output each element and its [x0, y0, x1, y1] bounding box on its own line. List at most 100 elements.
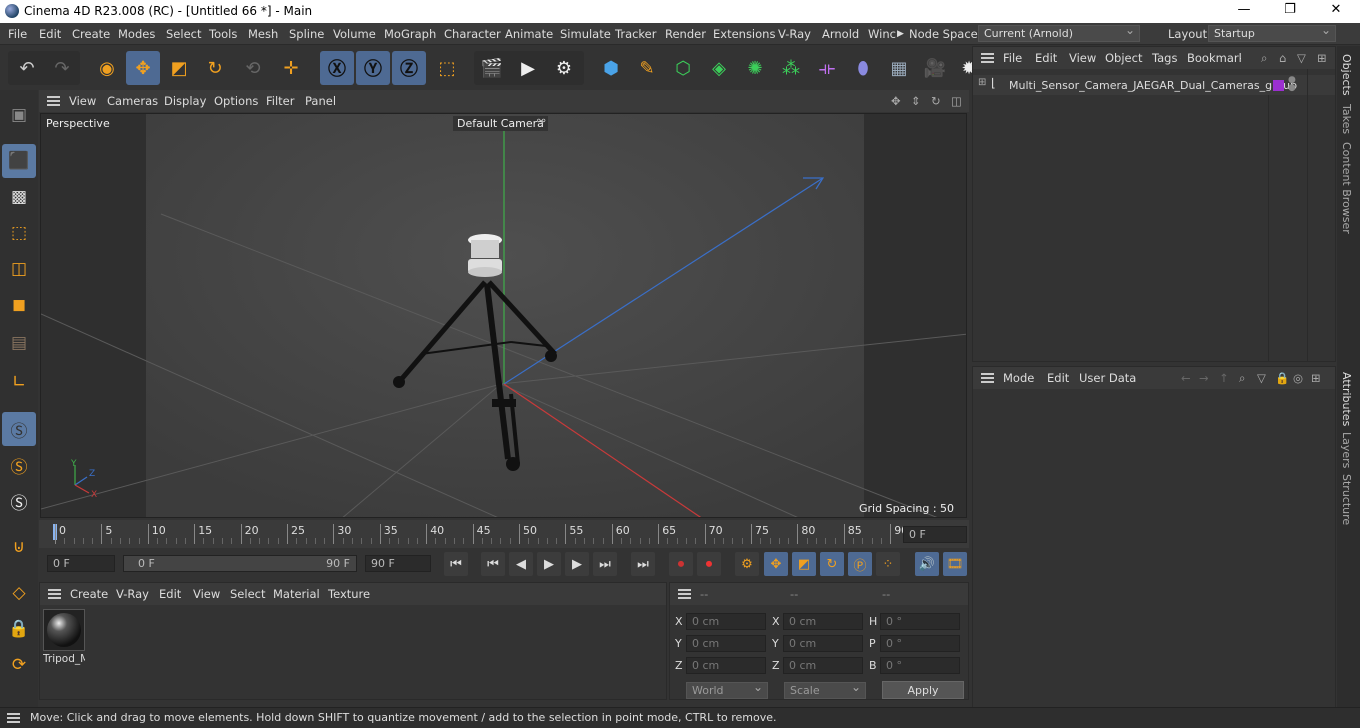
cube-object-icon[interactable]: ⬢ [594, 51, 628, 85]
tab-attributes[interactable]: Attributes [1340, 372, 1353, 426]
coordinate-system-icon[interactable]: ⬚ [430, 51, 464, 85]
end-frame-field[interactable]: 90 F [365, 555, 431, 572]
viewport-menu-panel[interactable]: Panel [305, 94, 336, 108]
key-pla-icon[interactable]: ⁘ [876, 552, 900, 576]
workplane-icon[interactable]: ◇ [2, 576, 36, 610]
menu-render[interactable]: Render [665, 27, 706, 41]
attributes-menu-edit[interactable]: Edit [1047, 371, 1069, 385]
camera-label[interactable]: Default Camera [453, 116, 548, 131]
3d-viewport[interactable]: Perspective Default Camera ⚯ Grid Spacin… [40, 113, 967, 518]
menu-vray[interactable]: V-Ray [778, 27, 811, 41]
attributes-hamburger-icon[interactable] [981, 373, 994, 383]
layer-color-swatch[interactable] [1273, 80, 1284, 91]
prev-key-icon[interactable]: ⏮ [481, 552, 505, 576]
menu-tracker[interactable]: Tracker [615, 27, 657, 41]
rotate-tool-icon[interactable]: ↻ [198, 51, 232, 85]
menu-simulate[interactable]: Simulate [560, 27, 611, 41]
timeline-ruler[interactable]: 0 5 10 15 20 25 30 35 40 45 50 55 60 65 70 75 80 85 90 0 F [39, 520, 969, 548]
redo-icon[interactable]: ↷ [45, 51, 79, 85]
up-arrow-icon[interactable]: ↑ [1219, 371, 1229, 385]
objects-home-icon[interactable]: ⌂ [1279, 51, 1286, 65]
attributes-menu-user-data[interactable]: User Data [1079, 371, 1136, 385]
menu-modes[interactable]: Modes [118, 27, 155, 41]
objects-menu-tags[interactable]: Tags [1152, 51, 1177, 65]
viewport-rotate-icon[interactable]: ↻ [931, 94, 941, 108]
attributes-new-panel-icon[interactable]: ⊞ [1311, 371, 1321, 385]
menu-extensions[interactable]: Extensions [713, 27, 775, 41]
coordinate-value-field[interactable]: 0 ° [880, 613, 960, 630]
recent-tools-icon[interactable]: ⟲ [236, 51, 270, 85]
attributes-filter-icon[interactable]: ▽ [1257, 371, 1266, 385]
attributes-lock-icon[interactable]: 🔒 [1275, 371, 1289, 385]
menu-create[interactable]: Create [72, 27, 110, 41]
keyframe-selection-icon[interactable]: ⚙ [735, 552, 759, 576]
autokey-icon[interactable]: ⏺ [697, 552, 721, 576]
edges-mode-icon[interactable]: ◫ [2, 252, 36, 286]
tab-structure[interactable]: Structure [1340, 474, 1353, 525]
solo-mode-icon[interactable]: Ⓢ [2, 412, 36, 446]
coordinate-value-field[interactable]: 0 cm [783, 635, 863, 652]
texture-mode-icon[interactable]: ▩ [2, 180, 36, 214]
uv-mode-icon[interactable]: ▤ [2, 326, 36, 360]
coordinate-value-field[interactable]: 0 cm [686, 635, 766, 652]
field-object-icon[interactable]: ⬮ [846, 51, 880, 85]
goto-start-icon[interactable]: ⏮ [444, 552, 468, 576]
tab-content-browser[interactable]: Content Browser [1340, 142, 1353, 234]
viewport-toggle-icon[interactable]: ◫ [951, 94, 962, 108]
menu-tools[interactable]: Tools [209, 27, 237, 41]
start-frame-field[interactable]: 0 F [47, 555, 115, 572]
deformer-icon[interactable]: ⟛ [810, 51, 844, 85]
menu-arnold[interactable]: Arnold [822, 27, 859, 41]
menu-file[interactable]: File [8, 27, 27, 41]
material-menu-view[interactable]: View [193, 587, 220, 601]
locked-workplane-icon[interactable]: 🔒 [2, 612, 36, 646]
coordinate-hamburger-icon[interactable] [678, 589, 691, 599]
objects-search-icon[interactable]: ⌕ [1261, 51, 1267, 66]
key-position-icon[interactable]: ✥ [764, 552, 788, 576]
material-menu-select[interactable]: Select [230, 587, 265, 601]
viewport-pan-icon[interactable]: ✥ [891, 94, 901, 108]
model-mode-icon[interactable]: ⬛ [2, 144, 36, 178]
extrude-generator-icon[interactable]: ◈ [702, 51, 736, 85]
record-active-icon[interactable]: ⏺ [669, 552, 693, 576]
material-hamburger-icon[interactable] [48, 589, 61, 599]
menu-select[interactable]: Select [166, 27, 201, 41]
tab-layers[interactable]: Layers [1340, 432, 1353, 468]
material-menu-edit[interactable]: Edit [159, 587, 181, 601]
objects-menu-object[interactable]: Object [1105, 51, 1142, 65]
object-row[interactable]: ⊞ ⌊ Multi_Sensor_Camera_JAEGAR_Dual_Came… [973, 75, 1335, 95]
cloner-icon[interactable]: ✺ [738, 51, 772, 85]
camera-object-icon[interactable]: 🎥 [918, 51, 952, 85]
objects-menu-file[interactable]: File [1003, 51, 1022, 65]
forward-arrow-icon[interactable]: → [1199, 371, 1209, 385]
visibility-dots-icon[interactable]: ● ● [1288, 76, 1296, 93]
make-editable-icon[interactable]: ▣ [2, 98, 36, 132]
status-hamburger-icon[interactable] [7, 713, 20, 723]
minimize-button[interactable]: — [1232, 2, 1256, 20]
menu-character[interactable]: Character [444, 27, 501, 41]
transform-tool-icon[interactable]: ✛ [274, 51, 308, 85]
attributes-menu-mode[interactable]: Mode [1003, 371, 1034, 385]
viewport-menu-cameras[interactable]: Cameras [107, 94, 158, 108]
render-view-icon[interactable]: 🎬 [475, 51, 509, 85]
menu-spline[interactable]: Spline [289, 27, 324, 41]
menu-window[interactable]: Winc [868, 27, 896, 41]
menu-animate[interactable]: Animate [505, 27, 553, 41]
preview-range-slider[interactable]: 0 F 90 F [123, 555, 357, 572]
viewport-menu-filter[interactable]: Filter [266, 94, 294, 108]
undo-icon[interactable]: ↶ [10, 51, 44, 85]
material-swatch[interactable]: Tripod_M [43, 609, 85, 667]
expand-icon[interactable]: ⊞ [978, 77, 986, 88]
tab-objects[interactable]: Objects [1340, 54, 1353, 96]
scale-tool-icon[interactable]: ◩ [162, 51, 196, 85]
attributes-target-icon[interactable]: ◎ [1293, 371, 1303, 385]
node-space-dropdown[interactable]: Current (Arnold) [978, 23, 1140, 42]
material-menu-material[interactable]: Material [273, 587, 320, 601]
camera-link-icon[interactable]: ⚯ [537, 116, 545, 127]
mograph-cubes-icon[interactable]: ⁂ [774, 51, 808, 85]
viewport-menu-options[interactable]: Options [214, 94, 258, 108]
material-menu-texture[interactable]: Texture [328, 587, 370, 601]
coordinate-value-field[interactable]: 0 cm [783, 657, 863, 674]
current-frame-field[interactable]: 0 F [903, 526, 967, 543]
viewport-hamburger-icon[interactable] [47, 96, 60, 106]
